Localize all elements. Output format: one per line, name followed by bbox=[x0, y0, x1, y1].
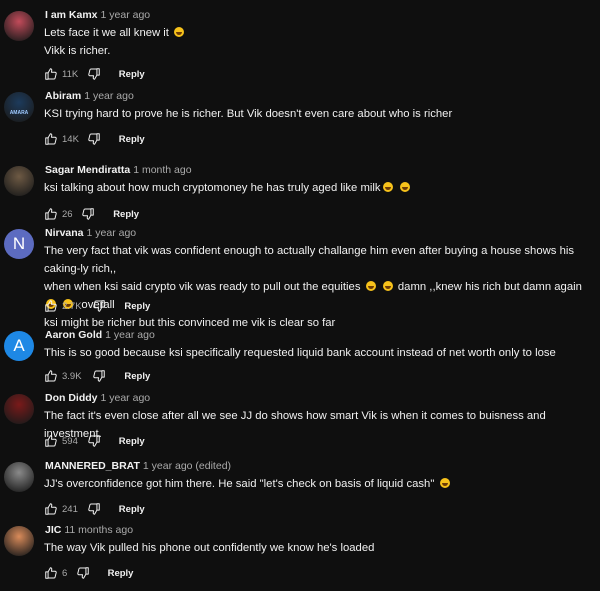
reply-button[interactable]: Reply bbox=[108, 568, 134, 579]
thumbs-up-icon[interactable] bbox=[44, 67, 58, 81]
avatar[interactable] bbox=[4, 526, 34, 556]
reply-button[interactable]: Reply bbox=[119, 504, 145, 515]
laughing-emoji-icon bbox=[399, 182, 410, 192]
comment-line: The way Vik pulled his phone out confide… bbox=[44, 542, 375, 554]
author-name[interactable]: I am Kamx bbox=[45, 9, 98, 21]
timestamp[interactable]: 1 year ago (edited) bbox=[143, 460, 231, 472]
timestamp[interactable]: 1 year ago bbox=[101, 9, 151, 21]
like-count: 3.9K bbox=[62, 371, 82, 382]
comment-header: Aaron Gold 1 year ago bbox=[45, 329, 155, 341]
comment-header: JIC 11 months ago bbox=[45, 524, 133, 536]
avatar[interactable] bbox=[4, 166, 34, 196]
comment-header: MANNERED_BRAT 1 year ago (edited) bbox=[45, 460, 231, 472]
author-name[interactable]: JIC bbox=[45, 524, 61, 536]
comment-text: Lets face it we all knew it Vikk is rich… bbox=[44, 24, 596, 60]
comment-text: The very fact that vik was confident eno… bbox=[44, 242, 596, 332]
reply-button[interactable]: Reply bbox=[124, 371, 150, 382]
thumbs-down-icon[interactable] bbox=[92, 299, 106, 313]
laughing-emoji-icon bbox=[382, 281, 393, 291]
thumbs-down-icon[interactable] bbox=[76, 566, 90, 580]
laughing-emoji-icon bbox=[365, 281, 376, 291]
thumbs-up-icon[interactable] bbox=[44, 434, 58, 448]
comment-header: Abiram 1 year ago bbox=[45, 90, 134, 102]
thumbs-up-icon[interactable] bbox=[44, 369, 58, 383]
author-name[interactable]: Don Diddy bbox=[45, 392, 98, 404]
thumbs-up-icon[interactable] bbox=[44, 502, 58, 516]
comment-line: This is so good because ksi specifically… bbox=[44, 347, 556, 359]
reply-button[interactable]: Reply bbox=[124, 301, 150, 312]
timestamp[interactable]: 1 year ago bbox=[101, 392, 151, 404]
comment-line: JJ's overconfidence got him there. He sa… bbox=[44, 475, 596, 493]
comment-text: ksi talking about how much cryptomoney h… bbox=[44, 179, 596, 197]
avatar-logo-text: AMARA bbox=[9, 110, 29, 116]
timestamp[interactable]: 1 month ago bbox=[133, 164, 191, 176]
timestamp[interactable]: 1 year ago bbox=[87, 227, 137, 239]
reply-button[interactable]: Reply bbox=[119, 134, 145, 145]
timestamp[interactable]: 1 year ago bbox=[84, 90, 134, 102]
author-name[interactable]: MANNERED_BRAT bbox=[45, 460, 140, 472]
laughing-emoji-icon bbox=[382, 182, 393, 192]
comment-line: ksi talking about how much cryptomoney h… bbox=[44, 179, 596, 197]
author-name[interactable]: Sagar Mendiratta bbox=[45, 164, 130, 176]
thumbs-down-icon[interactable] bbox=[81, 207, 95, 221]
comment-header: I am Kamx 1 year ago bbox=[45, 9, 150, 21]
like-count: 11K bbox=[62, 69, 79, 80]
thumbs-down-icon[interactable] bbox=[87, 502, 101, 516]
like-count: 241 bbox=[62, 504, 78, 515]
comment-line: Vikk is richer. bbox=[44, 45, 111, 57]
timestamp[interactable]: 1 year ago bbox=[105, 329, 155, 341]
like-count: 594 bbox=[62, 436, 78, 447]
comment-line: The very fact that vik was confident eno… bbox=[44, 245, 578, 275]
comment-line: KSI trying hard to prove he is richer. B… bbox=[44, 108, 453, 120]
avatar[interactable] bbox=[4, 11, 34, 41]
comment-text: JJ's overconfidence got him there. He sa… bbox=[44, 475, 596, 493]
like-count: 2.7K bbox=[62, 301, 82, 312]
laughing-emoji-icon bbox=[439, 478, 450, 488]
thumbs-down-icon[interactable] bbox=[87, 132, 101, 146]
laughing-emoji-icon bbox=[174, 27, 185, 37]
author-name[interactable]: Abiram bbox=[45, 90, 81, 102]
like-count: 14K bbox=[62, 134, 79, 145]
like-count: 26 bbox=[62, 209, 73, 220]
comment-text: KSI trying hard to prove he is richer. B… bbox=[44, 105, 596, 123]
like-count: 6 bbox=[62, 568, 68, 579]
comment-text: This is so good because ksi specifically… bbox=[44, 344, 596, 362]
author-name[interactable]: Nirvana bbox=[45, 227, 84, 239]
thumbs-up-icon[interactable] bbox=[44, 299, 58, 313]
thumbs-up-icon[interactable] bbox=[44, 566, 58, 580]
avatar[interactable]: AMARA bbox=[4, 92, 34, 122]
reply-button[interactable]: Reply bbox=[119, 69, 145, 80]
comment-line: Lets face it we all knew it bbox=[44, 24, 596, 42]
thumbs-down-icon[interactable] bbox=[87, 434, 101, 448]
avatar[interactable] bbox=[4, 462, 34, 492]
comment-text: The way Vik pulled his phone out confide… bbox=[44, 539, 596, 557]
avatar[interactable]: A bbox=[4, 331, 34, 361]
avatar[interactable] bbox=[4, 394, 34, 424]
author-name[interactable]: Aaron Gold bbox=[45, 329, 102, 341]
comment-header: Nirvana 1 year ago bbox=[45, 227, 136, 239]
reply-button[interactable]: Reply bbox=[119, 436, 145, 447]
reply-button[interactable]: Reply bbox=[113, 209, 139, 220]
thumbs-down-icon[interactable] bbox=[87, 67, 101, 81]
comment-header: Sagar Mendiratta 1 month ago bbox=[45, 164, 192, 176]
thumbs-down-icon[interactable] bbox=[92, 369, 106, 383]
comment-header: Don Diddy 1 year ago bbox=[45, 392, 150, 404]
thumbs-up-icon[interactable] bbox=[44, 132, 58, 146]
thumbs-up-icon[interactable] bbox=[44, 207, 58, 221]
avatar[interactable]: N bbox=[4, 229, 34, 259]
timestamp[interactable]: 11 months ago bbox=[64, 524, 133, 536]
